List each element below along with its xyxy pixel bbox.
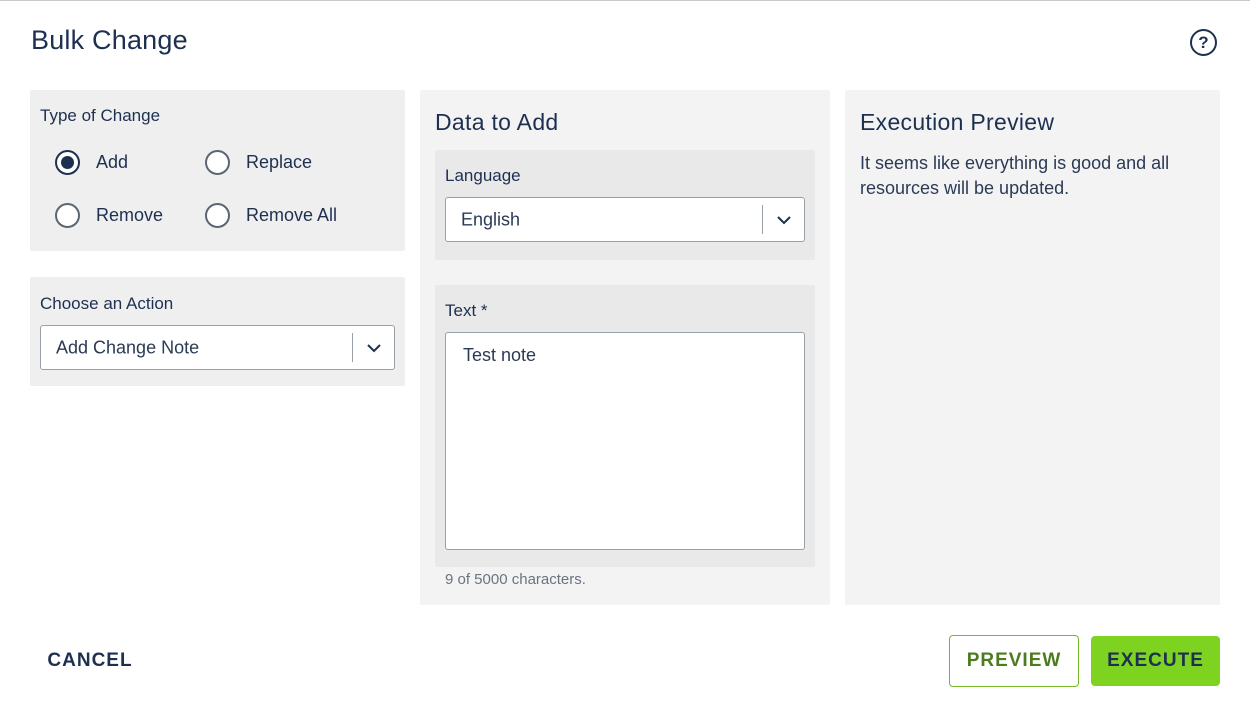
character-counter: 9 of 5000 characters. — [445, 571, 586, 588]
cancel-button[interactable]: CANCEL — [30, 636, 150, 686]
radio-remove[interactable]: Remove — [55, 203, 163, 228]
language-panel: Language English — [435, 150, 815, 260]
execute-button[interactable]: EXECUTE — [1091, 636, 1220, 686]
preview-button[interactable]: PREVIEW — [949, 635, 1079, 687]
dialog-title: Bulk Change — [31, 25, 188, 55]
help-icon[interactable]: ? — [1190, 29, 1217, 56]
action-select[interactable]: Add Change Note — [40, 325, 395, 370]
radio-unchecked-icon — [205, 150, 230, 175]
chevron-down-icon — [367, 343, 381, 352]
type-of-change-panel: Type of Change Add Replace Remove Remove… — [30, 90, 405, 251]
radio-remove-label: Remove — [96, 205, 164, 225]
execution-preview-message: It seems like everything is good and all… — [860, 153, 1170, 198]
data-to-add-title: Data to Add — [435, 109, 559, 135]
radio-remove-all-label: Remove All — [246, 205, 338, 225]
radio-replace-label: Replace — [246, 152, 313, 172]
radio-add-label: Add — [96, 152, 129, 172]
bulk-change-dialog: Bulk Change ? Type of Change Add Replace… — [0, 0, 1250, 715]
radio-replace[interactable]: Replace — [205, 150, 312, 175]
radio-remove-all[interactable]: Remove All — [205, 203, 337, 228]
language-select-value: English — [461, 209, 521, 229]
radio-unchecked-icon — [205, 203, 230, 228]
select-divider — [762, 205, 763, 234]
execution-preview-title: Execution Preview — [860, 109, 1055, 135]
radio-checked-icon — [55, 150, 80, 175]
text-label: Text * — [445, 301, 488, 320]
text-input[interactable]: Test note — [445, 332, 805, 550]
language-select[interactable]: English — [445, 197, 805, 242]
chevron-down-icon — [777, 215, 791, 224]
language-label: Language — [445, 166, 521, 185]
choose-action-label: Choose an Action — [40, 294, 174, 313]
select-divider — [352, 333, 353, 362]
type-of-change-label: Type of Change — [40, 106, 161, 125]
choose-action-panel: Choose an Action Add Change Note — [30, 277, 405, 386]
action-select-value: Add Change Note — [56, 337, 200, 357]
radio-unchecked-icon — [55, 203, 80, 228]
text-panel: Text * Test note — [435, 285, 815, 567]
radio-add[interactable]: Add — [55, 150, 128, 175]
